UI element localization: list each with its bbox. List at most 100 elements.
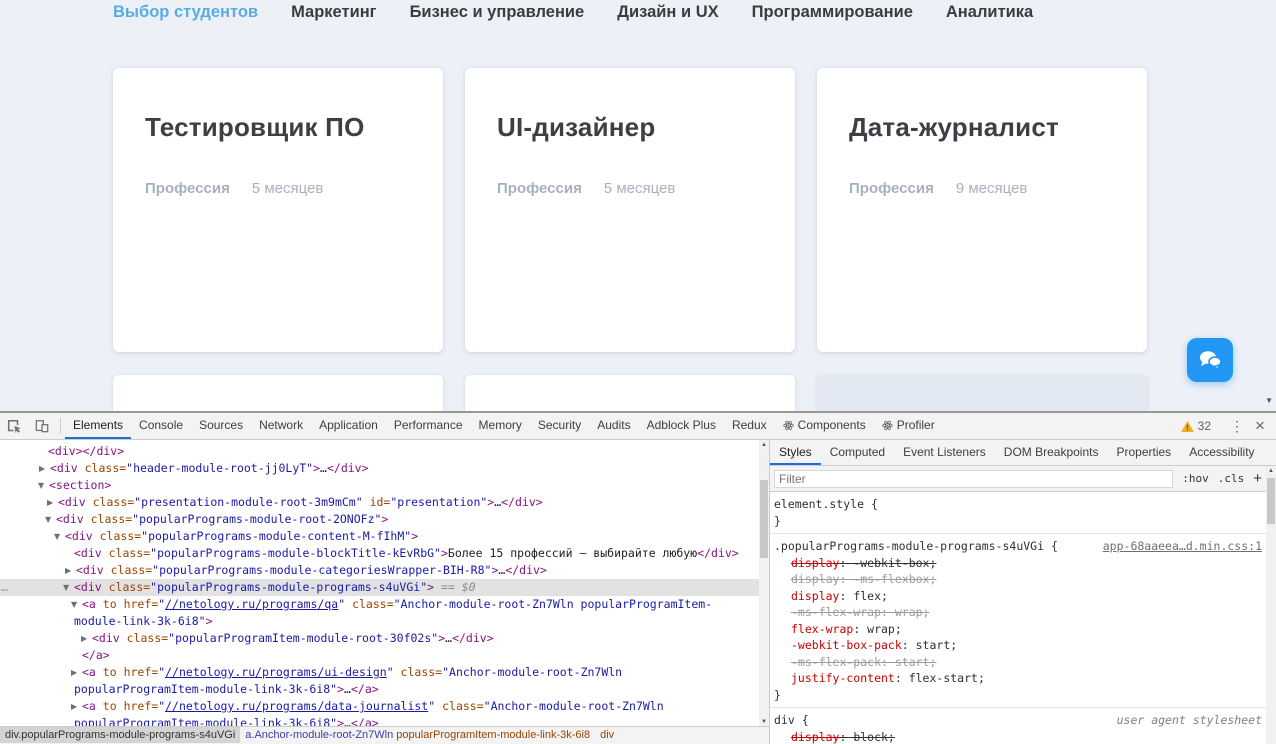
devtools-tab-audits[interactable]: Audits (589, 413, 638, 439)
warning-icon (1181, 421, 1194, 432)
breadcrumb-item[interactable]: a.Anchor-module-root-Zn7Wln popularProgr… (240, 727, 595, 743)
dom-tree-row[interactable]: ▼<a to href="//netology.ru/programs/qa" … (0, 596, 759, 613)
new-style-rule-button[interactable]: + (1253, 470, 1262, 487)
css-property[interactable]: flex-wrap: wrap; (774, 621, 1262, 638)
collapse-arrow-icon[interactable]: ▼ (38, 477, 44, 494)
devtools-tab-network[interactable]: Network (251, 413, 311, 439)
stylesheet-source-link[interactable]: app-68aaeea…d.min.css:1 (1103, 538, 1262, 555)
devtools-tab-redux[interactable]: Redux (724, 413, 775, 439)
syntax-token: popularProgramItem-module-link-3k-6i8" (74, 682, 337, 696)
expand-arrow-icon[interactable]: ▶ (71, 698, 77, 715)
scrollbar-thumb[interactable] (760, 480, 768, 558)
css-property[interactable]: display: -webkit-box; (774, 555, 1262, 572)
chat-button[interactable] (1187, 338, 1233, 382)
expand-arrow-icon[interactable]: ▶ (71, 664, 77, 681)
sidebar-tab-computed[interactable]: Computed (821, 440, 894, 465)
sidebar-tab-event-listeners[interactable]: Event Listeners (894, 440, 995, 465)
css-selector[interactable]: .popularPrograms-module-programs-s4uVGi (774, 539, 1044, 553)
program-card[interactable]: Тестировщик ПОПрофессия5 месяцев (113, 68, 443, 352)
expand-arrow-icon[interactable]: ▶ (39, 460, 45, 477)
nav-item-5[interactable]: Программирование (752, 0, 913, 25)
page-scrollbar-down-arrow[interactable]: ▼ (1265, 396, 1273, 405)
program-card[interactable]: UI-дизайнерПрофессия5 месяцев (465, 68, 795, 352)
syntax-token: class= (394, 665, 442, 679)
devtools-tab-adblock-plus[interactable]: Adblock Plus (639, 413, 724, 439)
styles-filter-input[interactable] (774, 470, 1173, 488)
dom-tree-row[interactable]: ▶<div class="popularPrograms-module-cate… (0, 562, 759, 579)
collapse-arrow-icon[interactable]: ▼ (54, 528, 60, 545)
program-card-partial[interactable] (465, 375, 795, 412)
nav-item-1[interactable]: Выбор студентов (113, 0, 258, 25)
sidebar-tab-properties[interactable]: Properties (1107, 440, 1180, 465)
sidebar-tab-styles[interactable]: Styles (770, 440, 821, 465)
program-card-partial[interactable] (113, 375, 443, 412)
card-duration: 9 месяцев (956, 180, 1028, 197)
device-toolbar-icon[interactable] (28, 413, 56, 439)
styles-scrollbar[interactable]: ▲ (1266, 466, 1276, 744)
dom-tree-row[interactable]: ▶<div class="presentation-module-root-3m… (0, 494, 759, 511)
breadcrumb-token: div.popularPrograms-module-programs-s4uV… (5, 729, 235, 741)
dom-tree-row[interactable]: …▼<div class="popularPrograms-module-pro… (0, 579, 759, 596)
css-property[interactable]: -webkit-box-pack: start; (774, 637, 1262, 654)
dom-tree-row[interactable]: ▼<div class="popularPrograms-module-cont… (0, 528, 759, 545)
collapse-arrow-icon[interactable]: ▼ (45, 511, 51, 528)
react-atom-icon (882, 420, 893, 431)
devtools-tab-sources[interactable]: Sources (191, 413, 251, 439)
devtools-tab-profiler[interactable]: Profiler (874, 413, 943, 439)
nav-item-3[interactable]: Бизнес и управление (410, 0, 585, 25)
inspect-element-icon[interactable] (0, 413, 28, 439)
console-warnings-badge[interactable]: 32 (1175, 419, 1217, 433)
dom-tree-row[interactable]: module-link-3k-6i8"> (0, 613, 759, 630)
program-card-partial[interactable] (817, 375, 1147, 412)
expand-arrow-icon[interactable]: ▶ (47, 494, 53, 511)
css-property[interactable]: justify-content: flex-start; (774, 670, 1262, 687)
css-selector[interactable]: div (774, 713, 795, 727)
elements-scrollbar[interactable]: ▲ ▼ (759, 440, 769, 727)
scrollbar-thumb[interactable] (1267, 478, 1275, 524)
dom-tree-row[interactable]: ▶<div class="popularProgramItem-module-r… (0, 630, 759, 647)
dom-tree-row[interactable]: ▼<div class="popularPrograms-module-root… (0, 511, 759, 528)
dom-tree-row[interactable]: <div></div> (0, 443, 759, 460)
expand-arrow-icon[interactable]: ▶ (65, 562, 71, 579)
expand-arrow-icon[interactable]: ▶ (81, 630, 87, 647)
devtools-tab-elements[interactable]: Elements (65, 413, 131, 439)
scroll-up-arrow[interactable]: ▲ (759, 440, 769, 450)
css-selector[interactable]: element.style (774, 497, 864, 511)
pseudo-state-toggle[interactable]: :hov (1182, 472, 1209, 485)
nav-item-6[interactable]: Аналитика (946, 0, 1033, 25)
element-class-toggle[interactable]: .cls (1218, 472, 1245, 485)
dom-tree-row[interactable]: popularProgramItem-module-link-3k-6i8">…… (0, 681, 759, 698)
devtools-tab-components[interactable]: Components (775, 413, 874, 439)
css-property[interactable]: display: flex; (774, 588, 1262, 605)
breadcrumb-item[interactable]: div (595, 727, 619, 743)
collapse-arrow-icon[interactable]: ▼ (63, 579, 69, 596)
devtools-tab-performance[interactable]: Performance (386, 413, 471, 439)
breadcrumb-item[interactable]: div.popularPrograms-module-programs-s4uV… (0, 727, 240, 743)
syntax-token: href= (117, 699, 159, 713)
program-card[interactable]: Дата-журналистПрофессия9 месяцев (817, 68, 1147, 352)
devtools-tab-console[interactable]: Console (131, 413, 191, 439)
css-property[interactable]: display: block; (774, 729, 1262, 744)
devtools-menu-icon[interactable]: ⋮ (1226, 418, 1248, 435)
dom-tree-row[interactable]: ▼<section> (0, 477, 759, 494)
devtools-close-icon[interactable]: × (1248, 416, 1272, 436)
dom-tree-row[interactable]: ▶<div class="header-module-root-jj0LyT">… (0, 460, 759, 477)
css-property[interactable]: -ms-flex-wrap: wrap; (774, 604, 1262, 621)
sidebar-tab-dom-breakpoints[interactable]: DOM Breakpoints (995, 440, 1108, 465)
collapse-arrow-icon[interactable]: ▼ (71, 596, 77, 613)
syntax-token: <div></div> (48, 444, 124, 458)
css-property[interactable]: display: -ms-flexbox; (774, 571, 1262, 588)
dom-tree-row[interactable]: ▶<a to href="//netology.ru/programs/ui-d… (0, 664, 759, 681)
nav-item-2[interactable]: Маркетинг (291, 0, 376, 25)
dom-tree-row[interactable]: </a> (0, 647, 759, 664)
scroll-up-arrow[interactable]: ▲ (1266, 466, 1276, 476)
sidebar-tab-accessibility[interactable]: Accessibility (1180, 440, 1263, 465)
syntax-token: class= (104, 563, 152, 577)
css-property[interactable]: -ms-flex-pack: start; (774, 654, 1262, 671)
devtools-tab-memory[interactable]: Memory (471, 413, 530, 439)
dom-tree-row[interactable]: <div class="popularPrograms-module-block… (0, 545, 759, 562)
devtools-tab-security[interactable]: Security (530, 413, 589, 439)
nav-item-4[interactable]: Дизайн и UX (617, 0, 718, 25)
devtools-tab-application[interactable]: Application (311, 413, 386, 439)
dom-tree-row[interactable]: ▶<a to href="//netology.ru/programs/data… (0, 698, 759, 715)
